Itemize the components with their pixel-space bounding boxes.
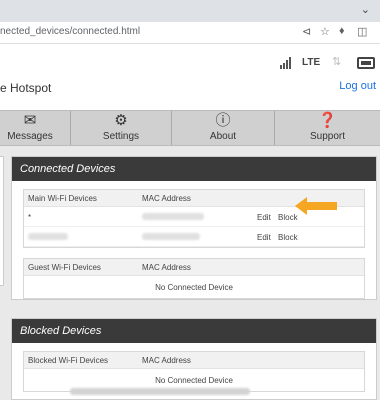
share-icon[interactable]: ⊲ [302,25,311,38]
battery-icon [357,57,375,69]
gear-icon: ⚙ [114,112,128,129]
device-name-redacted [28,233,68,240]
column-header: Blocked Wi-Fi Devices [28,356,109,365]
data-transfer-icon: ⇅ [332,56,342,68]
empty-message: No Connected Device [155,283,233,292]
nav-label: Support [309,131,346,142]
side-card [0,156,4,286]
column-header: MAC Address [142,263,191,272]
pointer-arrow-icon [295,197,337,215]
signal-strength-icon [280,57,294,69]
hotspot-header: LTE ⇅ e Hotspot Log out [0,44,380,110]
address-bar[interactable]: nected_devices/connected.html ⊲ ☆ ♦ ◫ [0,22,380,44]
help-icon: ❓ [318,112,337,129]
page-title: e Hotspot [0,81,52,95]
panel-title: Blocked Devices [12,319,376,343]
chevron-down-icon[interactable]: ⌄ [361,3,370,16]
device-name: * [28,213,32,222]
column-header: Guest Wi-Fi Devices [28,263,101,272]
block-link[interactable]: Block [278,233,298,242]
edit-link[interactable]: Edit [257,233,271,242]
connected-devices-panel: Connected Devices Main Wi-Fi Devices MAC… [11,156,377,300]
browser-tab-strip: ⌄ [0,0,380,22]
nav-messages[interactable]: ✉ Messages [0,111,71,145]
nav-label: Settings [102,131,140,142]
nav-settings[interactable]: ⚙ Settings [71,111,172,145]
info-icon: ⓘ [215,112,231,129]
nav-about[interactable]: ⓘ About [172,111,275,145]
column-header: Main Wi-Fi Devices [28,194,97,203]
edit-link[interactable]: Edit [257,213,271,222]
table-header: Blocked Wi-Fi Devices MAC Address [24,352,364,369]
side-panel-icon[interactable]: ◫ [357,25,367,38]
url-text[interactable]: nected_devices/connected.html [0,26,140,37]
guest-wifi-section: Guest Wi-Fi Devices MAC Address No Conne… [23,258,365,299]
panel-title: Connected Devices [12,157,376,181]
obscured-footer-text [70,388,250,395]
main-nav: ✉ Messages ⚙ Settings ⓘ About ❓ Support [0,110,380,146]
nav-label: About [209,131,237,142]
column-header: MAC Address [142,356,191,365]
table-header: Guest Wi-Fi Devices MAC Address [24,259,364,276]
nav-label: Messages [7,131,53,142]
puzzle-icon[interactable]: ♦ [339,25,345,37]
blocked-wifi-section: Blocked Wi-Fi Devices MAC Address No Con… [23,351,365,392]
table-row: Edit Block [24,227,364,247]
content-area: Connected Devices Main Wi-Fi Devices MAC… [0,146,380,400]
column-header: MAC Address [142,194,191,203]
mac-address-redacted [142,213,204,220]
nav-support[interactable]: ❓ Support [275,111,380,145]
network-type: LTE [302,57,321,68]
star-icon[interactable]: ☆ [320,25,330,38]
envelope-icon: ✉ [23,112,37,129]
logout-link[interactable]: Log out [339,80,376,92]
mac-address-redacted [142,233,200,240]
